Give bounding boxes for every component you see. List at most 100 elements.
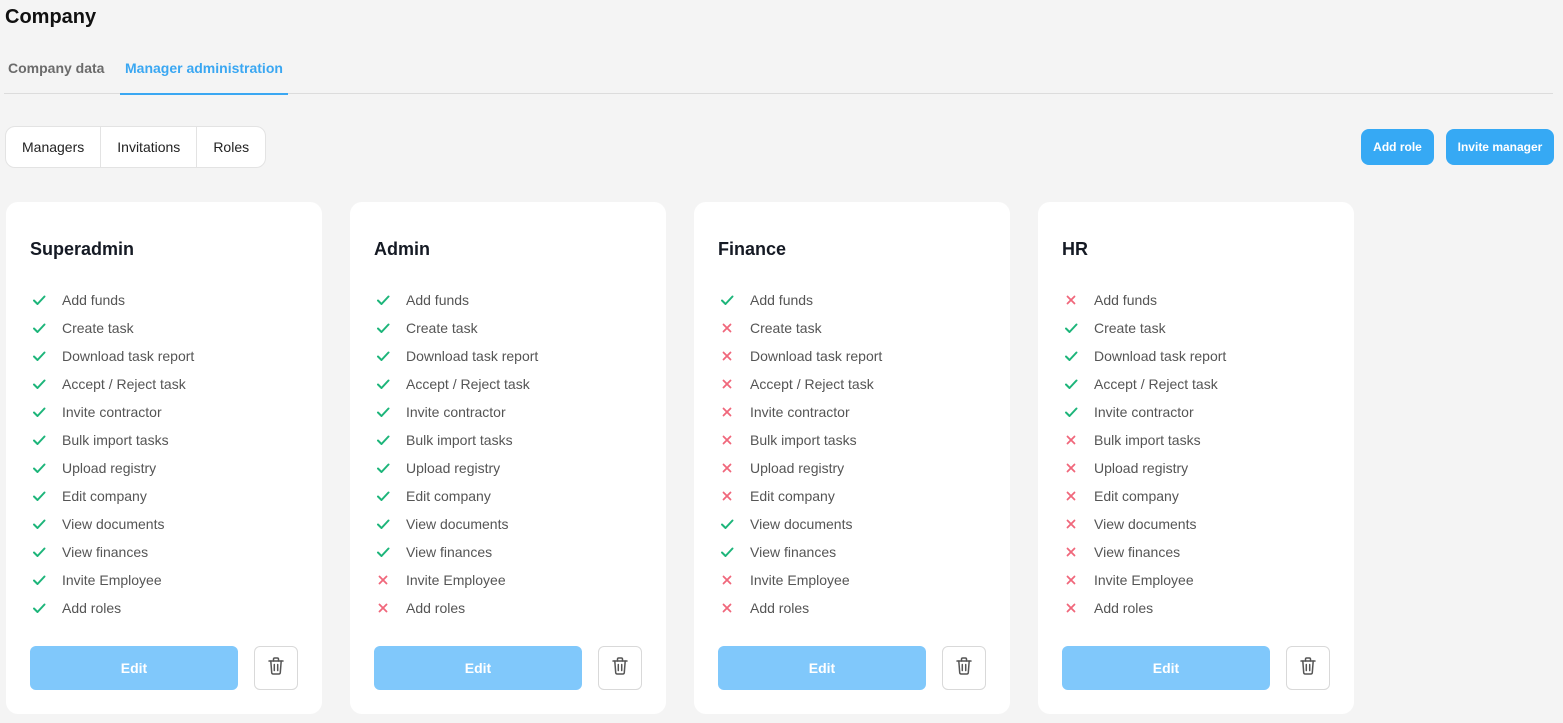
permission-label: Invite contractor [750,404,850,420]
permission-label: Create task [750,320,822,336]
cross-icon [720,433,750,447]
permission-item: View finances [1064,538,1226,566]
permission-label: Bulk import tasks [406,432,513,448]
permission-label: Bulk import tasks [750,432,857,448]
permission-item: View finances [376,538,538,566]
permission-label: Accept / Reject task [406,376,530,392]
cross-icon [720,489,750,503]
check-icon [32,601,62,615]
permission-item: Create task [720,314,882,342]
tab-company-data[interactable]: Company data [8,52,104,94]
permission-label: Download task report [1094,348,1227,364]
cross-icon [376,601,406,615]
check-icon [32,545,62,559]
permission-label: Invite Employee [406,572,506,588]
permission-item: View finances [32,538,194,566]
check-icon [376,461,406,475]
permission-item: Upload registry [32,454,194,482]
permission-item: Create task [1064,314,1226,342]
permission-item: View documents [1064,510,1226,538]
permission-item: Add roles [376,594,538,622]
permission-item: Invite Employee [32,566,194,594]
check-icon [376,517,406,531]
permission-label: Invite Employee [1094,572,1194,588]
edit-role-button[interactable]: Edit [1062,646,1270,690]
permission-item: View documents [32,510,194,538]
permission-item: Upload registry [376,454,538,482]
trash-icon [1299,656,1317,681]
delete-role-button[interactable] [942,646,986,690]
edit-role-button[interactable]: Edit [718,646,926,690]
role-card: Admin Add funds Create task Download task r… [350,202,666,714]
check-icon [376,293,406,307]
permission-label: Accept / Reject task [750,376,874,392]
trash-icon [267,656,285,681]
cross-icon [720,405,750,419]
check-icon [1064,405,1094,419]
permission-item: Add roles [32,594,194,622]
permission-label: Add funds [750,292,814,308]
permission-item: Add roles [1064,594,1226,622]
segment-roles[interactable]: Roles [197,127,265,167]
permission-item: Accept / Reject task [32,370,194,398]
cross-icon [720,461,750,475]
permission-item: Edit company [1064,482,1226,510]
permission-item: Invite contractor [720,398,882,426]
role-card: Finance Add funds Create task Download task… [694,202,1010,714]
permission-label: Bulk import tasks [62,432,169,448]
permission-list: Add funds Create task Download task report… [720,286,882,622]
cross-icon [720,573,750,587]
edit-role-button[interactable]: Edit [30,646,238,690]
permission-list: Add funds Create task Download task report… [376,286,538,622]
check-icon [32,377,62,391]
permission-item: Download task report [376,342,538,370]
segment-invitations[interactable]: Invitations [101,127,198,167]
permission-item: Edit company [32,482,194,510]
permission-item: Download task report [720,342,882,370]
permission-label: Edit company [750,488,835,504]
delete-role-button[interactable] [1286,646,1330,690]
permission-item: Invite contractor [1064,398,1226,426]
check-icon [32,461,62,475]
permission-item: Bulk import tasks [1064,426,1226,454]
add-role-button[interactable]: Add role [1361,129,1434,165]
permission-item: Invite Employee [720,566,882,594]
check-icon [376,349,406,363]
cross-icon [1064,461,1094,475]
check-icon [720,517,750,531]
cross-icon [720,601,750,615]
permission-label: Invite contractor [62,404,162,420]
segment-managers[interactable]: Managers [6,127,102,167]
role-name: Admin [374,239,430,259]
permission-item: Add funds [32,286,194,314]
cross-icon [1064,517,1094,531]
cross-icon [376,573,406,587]
permission-label: View documents [406,516,509,532]
permission-item: Invite Employee [1064,566,1226,594]
permission-item: Edit company [720,482,882,510]
permission-item: Add funds [376,286,538,314]
check-icon [376,489,406,503]
invite-manager-button[interactable]: Invite manager [1446,129,1554,165]
permission-label: Add roles [62,600,122,616]
check-icon [32,489,62,503]
permission-item: Accept / Reject task [720,370,882,398]
delete-role-button[interactable] [254,646,298,690]
cross-icon [1064,545,1094,559]
permission-label: Bulk import tasks [1094,432,1201,448]
edit-role-button[interactable]: Edit [374,646,582,690]
trash-icon [611,656,629,681]
check-icon [376,377,406,391]
permission-item: Upload registry [720,454,882,482]
permission-label: View documents [62,516,165,532]
delete-role-button[interactable] [598,646,642,690]
check-icon [1064,321,1094,335]
check-icon [32,573,62,587]
check-icon [720,545,750,559]
permission-list: Add funds Create task Download task report… [32,286,194,622]
permission-list: Add funds Create task Download task report… [1064,286,1226,622]
permission-label: Edit company [62,488,147,504]
tab-manager-administration[interactable]: Manager administration [120,52,288,95]
permission-item: Bulk import tasks [376,426,538,454]
check-icon [376,405,406,419]
